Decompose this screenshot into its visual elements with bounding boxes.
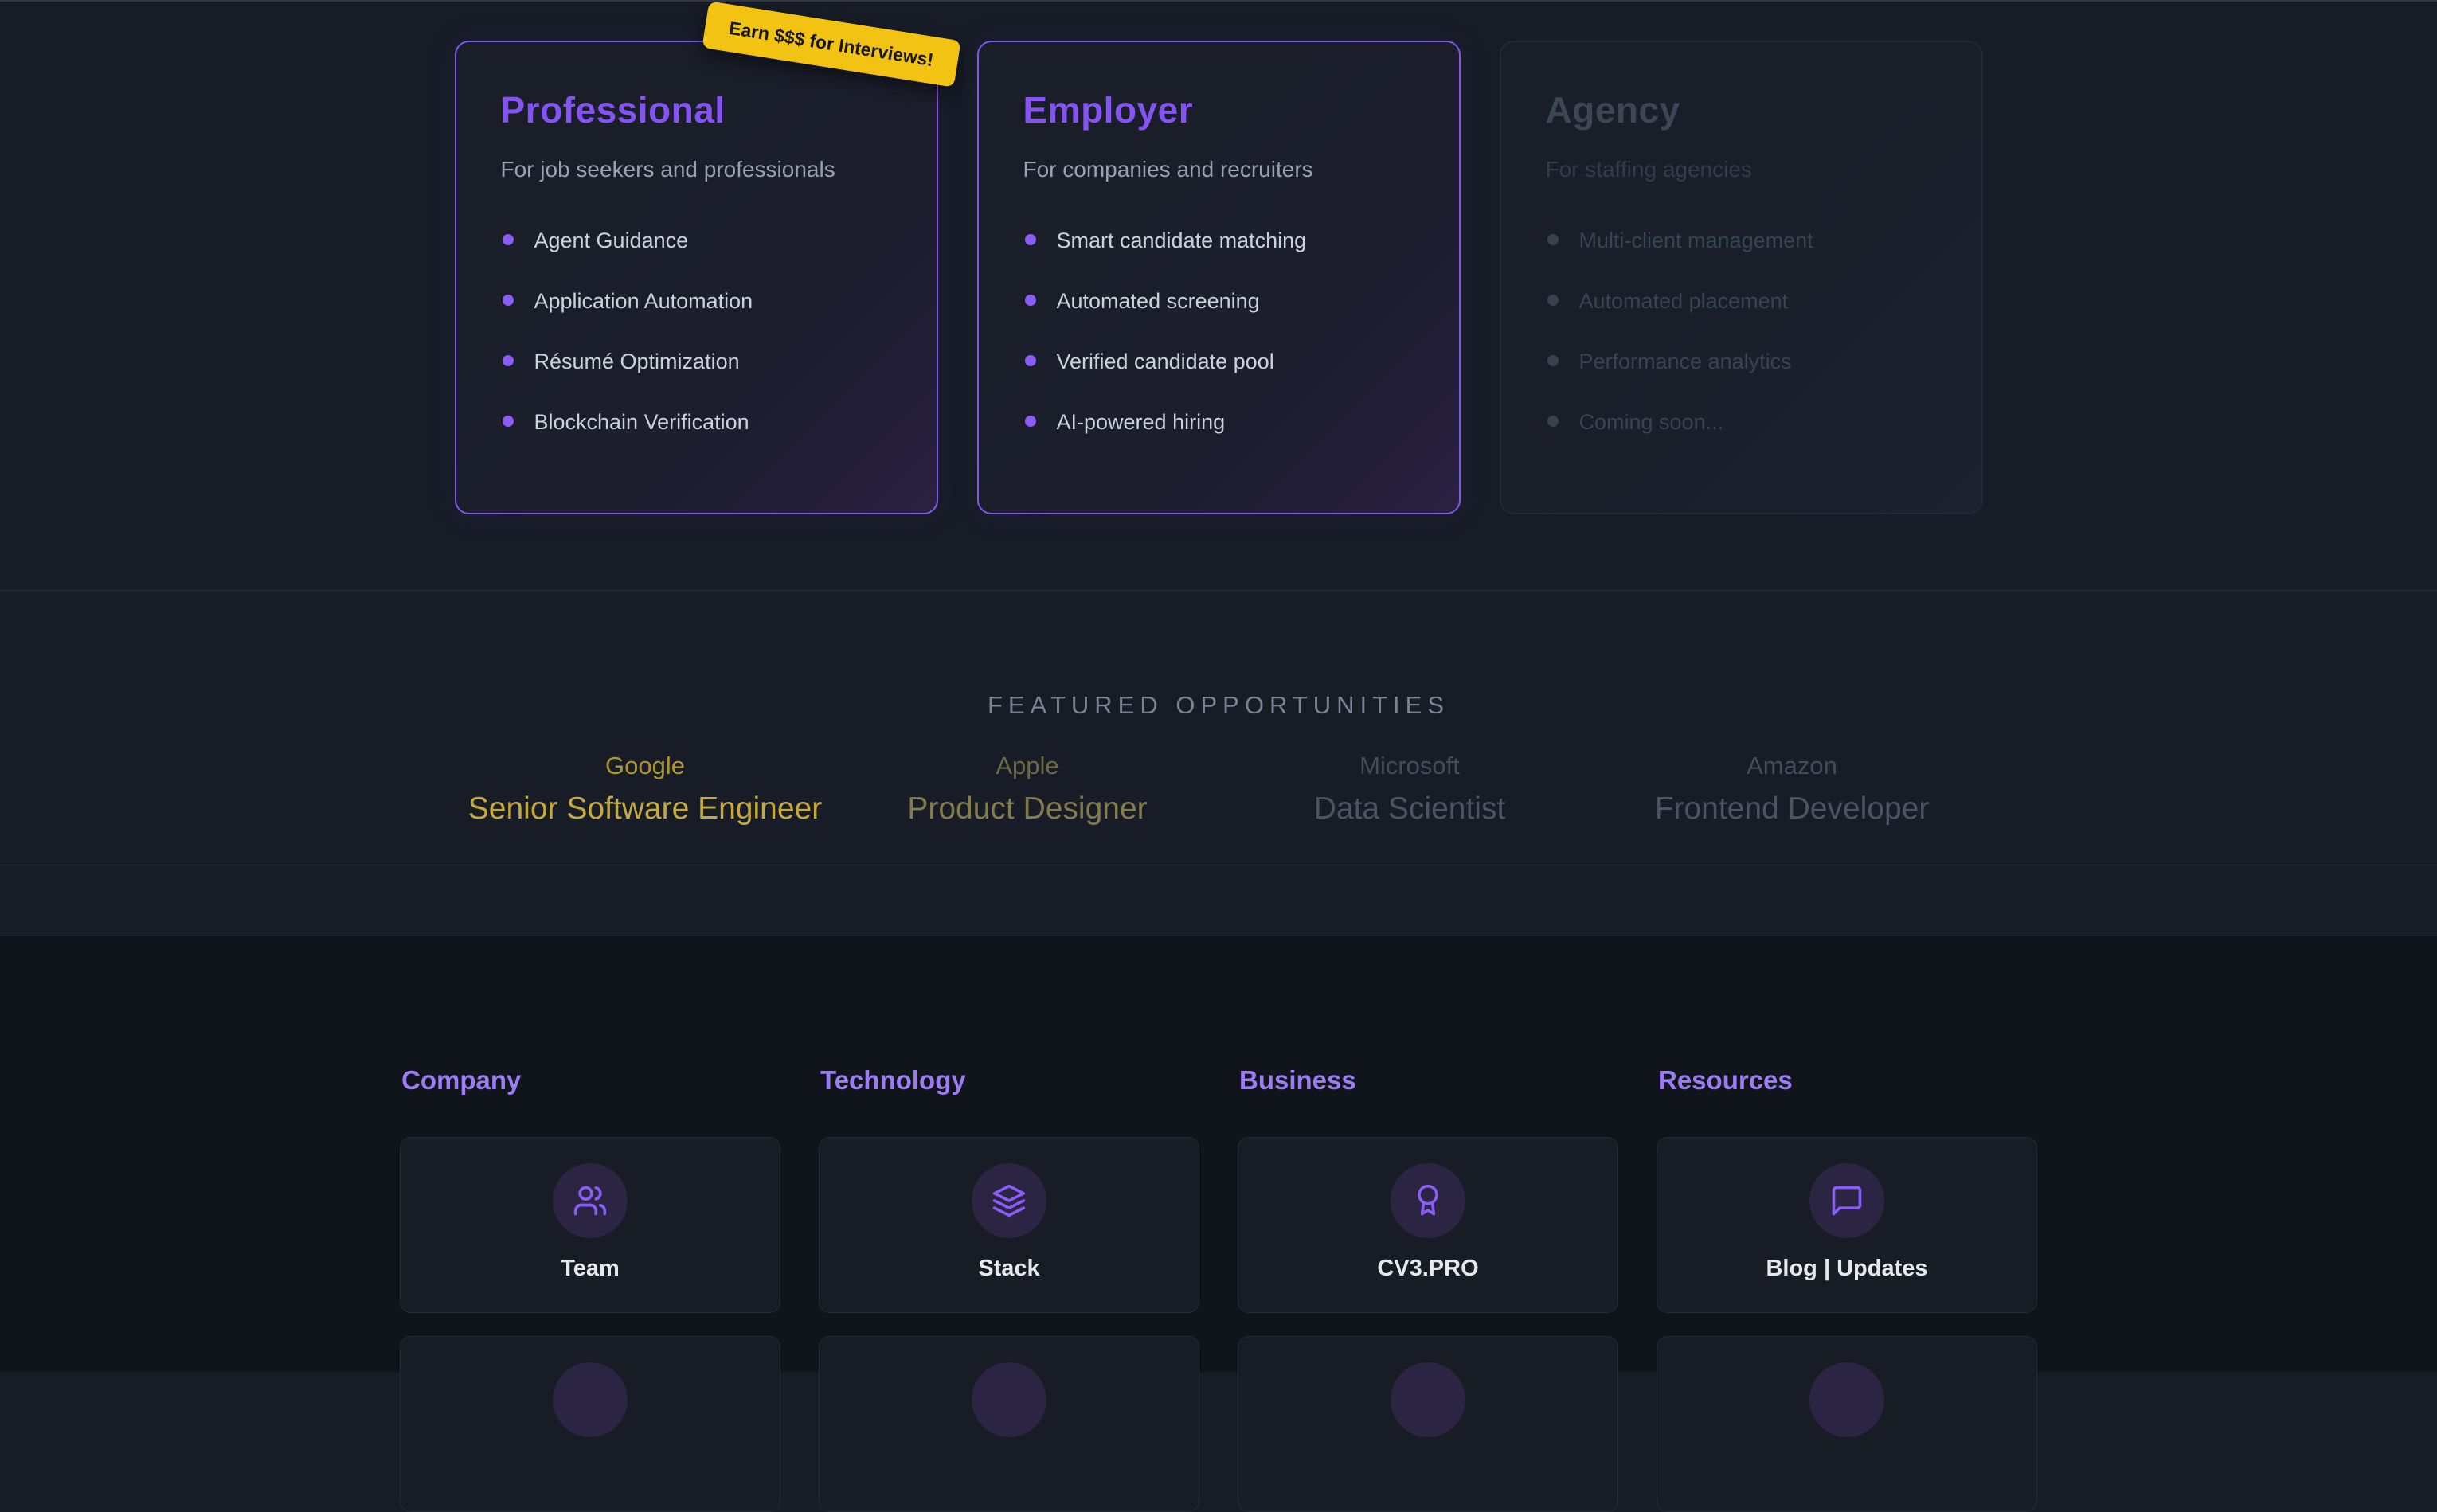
featured-opportunities-section: FEATURED OPPORTUNITIES Google Senior Sof… xyxy=(0,590,2437,865)
plan-title: Agency xyxy=(1546,88,1937,131)
hidden-icon xyxy=(1391,1362,1465,1437)
plan-feature: Verified candidate pool xyxy=(1023,350,1414,374)
footer-card-partial[interactable] xyxy=(1238,1336,1618,1512)
message-icon xyxy=(1809,1163,1884,1238)
featured-job-microsoft: Microsoft Data Scientist xyxy=(1218,752,1601,826)
footer-columns: Company Team Technology xyxy=(400,1065,2037,1512)
footer-card-partial[interactable] xyxy=(819,1336,1199,1512)
plan-feature-list: Smart candidate matching Automated scree… xyxy=(1023,229,1414,435)
layers-icon xyxy=(972,1163,1046,1238)
job-title: Senior Software Engineer xyxy=(454,791,836,826)
plan-feature: Coming soon... xyxy=(1546,410,1937,435)
plan-title: Professional xyxy=(501,88,892,131)
plan-feature: Agent Guidance xyxy=(501,229,892,253)
footer-card-blog[interactable]: Blog | Updates xyxy=(1657,1137,2037,1313)
footer-card-team[interactable]: Team xyxy=(400,1137,780,1313)
pricing-section: Earn $$$ for Interviews! Professional Fo… xyxy=(0,0,2437,590)
plan-title: Employer xyxy=(1023,88,1414,131)
job-title: Data Scientist xyxy=(1218,791,1601,826)
footer-card-cv3pro[interactable]: CV3.PRO xyxy=(1238,1137,1618,1313)
footer-column-heading: Resources xyxy=(1658,1065,2037,1096)
featured-heading: FEATURED OPPORTUNITIES xyxy=(0,691,2437,720)
footer-column-heading: Technology xyxy=(820,1065,1199,1096)
footer-column-heading: Business xyxy=(1239,1065,1618,1096)
plan-description: For companies and recruiters xyxy=(1023,157,1414,182)
job-company: Apple xyxy=(836,752,1218,780)
plan-feature: Performance analytics xyxy=(1546,350,1937,374)
footer: Company Team Technology xyxy=(0,936,2437,1372)
plan-description: For staffing agencies xyxy=(1546,157,1937,182)
plan-feature: Blockchain Verification xyxy=(501,410,892,435)
plan-feature: Automated screening xyxy=(1023,289,1414,314)
plan-description: For job seekers and professionals xyxy=(501,157,892,182)
plan-feature: Résumé Optimization xyxy=(501,350,892,374)
hidden-icon xyxy=(553,1362,628,1437)
footer-card-stack[interactable]: Stack xyxy=(819,1137,1199,1313)
job-company: Microsoft xyxy=(1218,752,1601,780)
footer-card-label: CV3.PRO xyxy=(1238,1256,1617,1282)
plan-feature: Multi-client management xyxy=(1546,229,1937,253)
plan-feature: Application Automation xyxy=(501,289,892,314)
award-icon xyxy=(1391,1163,1465,1238)
footer-column-company: Company Team xyxy=(400,1065,780,1512)
plan-card-professional[interactable]: Professional For job seekers and profess… xyxy=(455,41,938,514)
job-company: Amazon xyxy=(1601,752,1983,780)
plan-cards-row: Professional For job seekers and profess… xyxy=(0,2,2437,514)
footer-column-heading: Company xyxy=(401,1065,780,1096)
featured-job-amazon: Amazon Frontend Developer xyxy=(1601,752,1983,826)
footer-card-partial[interactable] xyxy=(1657,1336,2037,1512)
plan-feature: Smart candidate matching xyxy=(1023,229,1414,253)
plan-feature-list: Agent Guidance Application Automation Ré… xyxy=(501,229,892,435)
footer-card-partial[interactable] xyxy=(400,1336,780,1512)
featured-job-google: Google Senior Software Engineer xyxy=(454,752,836,826)
job-title: Frontend Developer xyxy=(1601,791,1983,826)
featured-jobs-row: Google Senior Software Engineer Apple Pr… xyxy=(454,752,1983,826)
plan-card-employer[interactable]: Employer For companies and recruiters Sm… xyxy=(977,41,1461,514)
plan-card-agency: Agency For staffing agencies Multi-clien… xyxy=(1500,41,1983,514)
users-icon xyxy=(553,1163,628,1238)
plan-feature-list: Multi-client management Automated placem… xyxy=(1546,229,1937,435)
plan-feature: Automated placement xyxy=(1546,289,1937,314)
featured-job-apple: Apple Product Designer xyxy=(836,752,1218,826)
footer-column-resources: Resources Blog | Updates xyxy=(1657,1065,2037,1512)
job-company: Google xyxy=(454,752,836,780)
job-title: Product Designer xyxy=(836,791,1218,826)
section-divider-band xyxy=(0,865,2437,936)
plan-feature: AI-powered hiring xyxy=(1023,410,1414,435)
footer-card-label: Stack xyxy=(820,1256,1199,1282)
hidden-icon xyxy=(972,1362,1046,1437)
footer-column-business: Business CV3.PRO xyxy=(1238,1065,1618,1512)
footer-card-label: Blog | Updates xyxy=(1657,1256,2036,1282)
footer-card-label: Team xyxy=(401,1256,780,1282)
footer-column-technology: Technology Stack xyxy=(819,1065,1199,1512)
hidden-icon xyxy=(1809,1362,1884,1437)
